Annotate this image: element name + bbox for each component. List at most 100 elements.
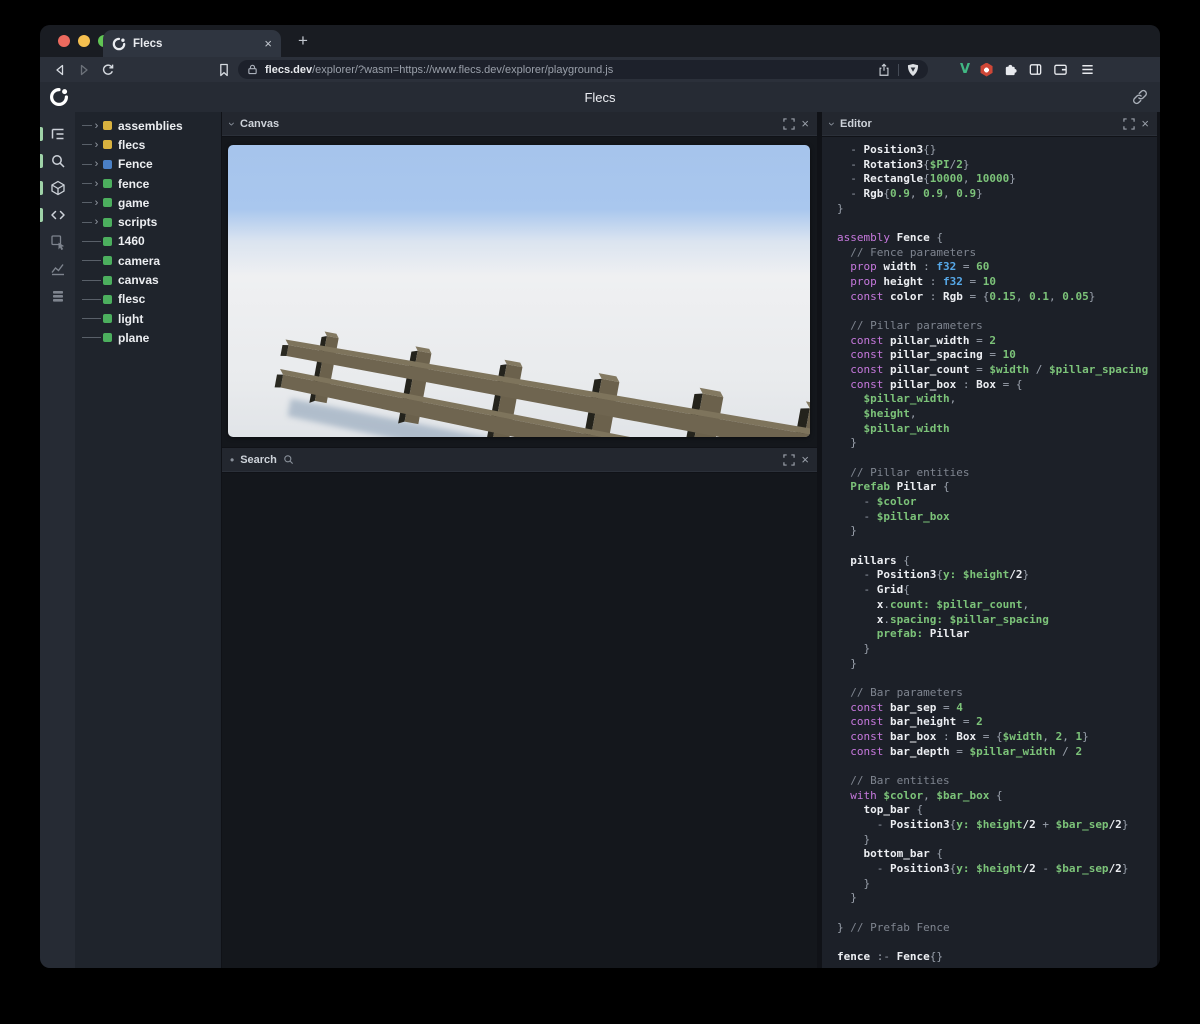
search-icon	[50, 153, 66, 169]
code-line: - $color	[837, 495, 1157, 510]
code-line: - Rotation3{$PI/2}	[837, 158, 1157, 173]
close-panel-icon[interactable]: ×	[801, 453, 809, 466]
code-line	[837, 759, 1157, 774]
code-line: $pillar_width,	[837, 392, 1157, 407]
flecs-favicon	[112, 37, 126, 51]
code-line: - $pillar_box	[837, 510, 1157, 525]
entity-color-chip	[103, 314, 112, 323]
wallet-icon[interactable]	[1053, 62, 1068, 77]
cube-icon	[50, 180, 66, 196]
tree-item-label: 1460	[118, 234, 145, 248]
fullscreen-icon[interactable]	[1123, 118, 1135, 130]
new-tab-button[interactable]: +	[292, 29, 314, 53]
code-editor[interactable]: - Position3{} - Rotation3{$PI/2} - Recta…	[822, 137, 1157, 968]
fullscreen-icon[interactable]	[783, 118, 795, 130]
flecs-logo	[49, 87, 69, 107]
expand-chevron-icon[interactable]: ›	[92, 217, 101, 227]
editor-panel-header[interactable]: › Editor ×	[822, 112, 1157, 136]
tree-item-fence[interactable]: ›fence	[75, 174, 221, 193]
canvas-panel-header[interactable]: › Canvas ×	[222, 112, 817, 136]
tree-item-game[interactable]: ›game	[75, 193, 221, 212]
expand-chevron-icon[interactable]: ›	[92, 121, 101, 131]
canvas-panel-title: Canvas	[240, 118, 279, 130]
tree-item-light[interactable]: light	[75, 309, 221, 328]
menu-icon[interactable]	[1080, 62, 1095, 77]
tab-close-icon[interactable]: ×	[264, 36, 272, 51]
search-panel-header[interactable]: • Search ×	[222, 448, 817, 472]
sidebar-code-icon[interactable]	[40, 202, 75, 228]
tree-item-scripts[interactable]: ›scripts	[75, 212, 221, 231]
tree-item-camera[interactable]: camera	[75, 251, 221, 270]
code-line: }	[837, 833, 1157, 848]
sidebar-cube-icon[interactable]	[40, 175, 75, 201]
tab-flecs[interactable]: Flecs ×	[103, 30, 281, 57]
tree-item-label: light	[118, 312, 143, 326]
sidebar-toggle-icon[interactable]	[1028, 62, 1043, 77]
tree-guide	[82, 222, 92, 223]
tree-item-label: camera	[118, 254, 160, 268]
code-line: - Position3{y: $height/2}	[837, 568, 1157, 583]
3d-viewport[interactable]	[228, 145, 810, 437]
sidebar-inspect-icon[interactable]	[40, 229, 75, 255]
collapse-chevron-icon[interactable]: ›	[225, 122, 239, 126]
close-window-button[interactable]	[58, 35, 70, 47]
expand-chevron-icon[interactable]: ›	[92, 159, 101, 169]
expand-chevron-icon[interactable]: ›	[92, 179, 101, 189]
collapsed-dot-icon[interactable]: •	[230, 453, 234, 467]
code-line: - Position3{y: $height/2 + $bar_sep/2}	[837, 818, 1157, 833]
close-panel-icon[interactable]: ×	[1141, 117, 1149, 130]
fullscreen-icon[interactable]	[783, 454, 795, 466]
bookmark-icon[interactable]	[216, 62, 232, 78]
tree-item-flesc[interactable]: flesc	[75, 290, 221, 309]
sidebar-chart-icon[interactable]	[40, 256, 75, 282]
code-content[interactable]: - Position3{} - Rotation3{$PI/2} - Recta…	[822, 137, 1157, 965]
editor-panel-title: Editor	[840, 118, 872, 130]
tree-item-flecs[interactable]: ›flecs	[75, 135, 221, 154]
search-panel-body[interactable]	[222, 473, 817, 968]
sidebar-rows-icon[interactable]	[40, 283, 75, 309]
tree-item-plane[interactable]: plane	[75, 328, 221, 347]
entity-color-chip	[103, 237, 112, 246]
sidebar-search-icon[interactable]	[40, 148, 75, 174]
code-line: // Fence parameters	[837, 246, 1157, 261]
code-line: }	[837, 202, 1157, 217]
code-line: // Pillar entities	[837, 466, 1157, 481]
url-bar[interactable]: flecs.dev/explorer/?wasm=https://www.fle…	[238, 60, 928, 79]
hexagon-extension-icon[interactable]	[980, 63, 993, 77]
code-line: const pillar_spacing = 10	[837, 348, 1157, 363]
expand-chevron-icon[interactable]: ›	[92, 140, 101, 150]
tree-item-Fence[interactable]: ›Fence	[75, 155, 221, 174]
tree-item-canvas[interactable]: canvas	[75, 270, 221, 289]
sidebar-outline-icon[interactable]	[40, 121, 75, 147]
back-button[interactable]	[48, 62, 72, 78]
tree-guide	[82, 125, 92, 126]
page-title: Flecs	[40, 90, 1160, 105]
tree-guide	[82, 337, 101, 338]
code-line: prefab: Pillar	[837, 627, 1157, 642]
brave-shield-icon[interactable]	[906, 63, 920, 77]
minimize-window-button[interactable]	[78, 35, 90, 47]
forward-button[interactable]	[72, 62, 96, 78]
tree-item-1460[interactable]: 1460	[75, 232, 221, 251]
entity-color-chip	[103, 295, 112, 304]
tree-guide	[82, 241, 101, 242]
close-panel-icon[interactable]: ×	[801, 117, 809, 130]
tree-item-assemblies[interactable]: ›assemblies	[75, 116, 221, 135]
vue-devtools-icon[interactable]: V	[960, 62, 970, 77]
share-icon[interactable]	[877, 63, 891, 77]
code-line: } // Prefab Fence	[837, 921, 1157, 936]
collapse-chevron-icon[interactable]: ›	[825, 122, 839, 126]
tree-guide	[82, 299, 101, 300]
lock-icon	[246, 63, 259, 76]
link-icon[interactable]	[1132, 89, 1148, 105]
reload-button[interactable]	[96, 62, 120, 78]
entity-color-chip	[103, 218, 112, 227]
tree-guide	[82, 144, 92, 145]
entity-color-chip	[103, 160, 112, 169]
canvas-panel-body	[222, 137, 817, 447]
tree-item-label: flesc	[118, 292, 145, 306]
entity-color-chip	[103, 333, 112, 342]
extensions-puzzle-icon[interactable]	[1003, 62, 1018, 77]
code-line: const color : Rgb = {0.15, 0.1, 0.05}	[837, 290, 1157, 305]
expand-chevron-icon[interactable]: ›	[92, 198, 101, 208]
